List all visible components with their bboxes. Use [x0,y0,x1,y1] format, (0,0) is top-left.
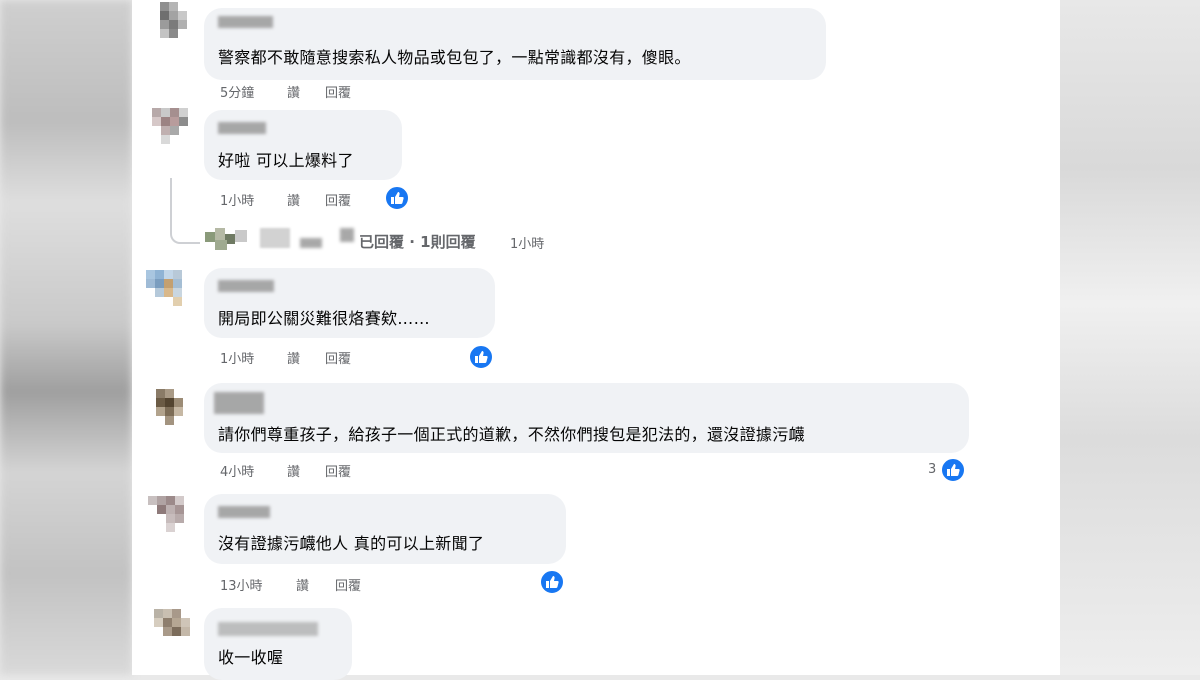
comment-time[interactable]: 1小時 [220,190,254,209]
view-replies-link[interactable]: 已回覆 · 1則回覆 [359,231,476,252]
comment-time[interactable]: 4小時 [220,461,254,480]
avatar[interactable] [150,607,202,647]
comment-time[interactable]: 13小時 [220,575,263,594]
thumbs-up-icon[interactable] [539,569,565,595]
comment-text: 開局即公關災難很烙賽欸…… [218,309,430,328]
reply-button[interactable]: 回覆 [325,82,351,101]
avatar[interactable] [150,2,202,42]
like-button[interactable]: 讚 [287,348,300,367]
blurred-background-left [0,0,132,675]
author-name[interactable] [218,506,270,518]
like-button[interactable]: 讚 [287,461,300,480]
reply-button[interactable]: 回覆 [325,190,351,209]
comment-time[interactable]: 5分鐘 [220,82,254,101]
avatar[interactable] [142,266,194,306]
like-button[interactable]: 讚 [287,82,300,101]
comment-text: 沒有證據污衊他人 真的可以上新聞了 [218,534,485,553]
like-button[interactable]: 讚 [287,190,300,209]
reply-thread-line [170,178,200,244]
blurred-background-right [1060,0,1200,675]
author-name[interactable] [214,392,264,414]
author-name[interactable] [218,622,318,636]
replies-time: 1小時 [510,237,545,252]
reply-avatar[interactable] [205,228,290,252]
avatar[interactable] [150,385,202,425]
reply-author-name-part [340,228,354,242]
comment-time[interactable]: 1小時 [220,348,254,367]
reply-button[interactable]: 回覆 [325,461,351,480]
author-name[interactable] [218,122,266,134]
comment-text: 請你們尊重孩子，給孩子一個正式的道歉，不然你們搜包是犯法的，還沒證據污衊 [218,425,805,444]
thumbs-up-icon[interactable] [940,457,966,483]
reaction-count[interactable]: 3 [928,462,936,477]
avatar[interactable] [142,104,194,144]
like-button[interactable]: 讚 [296,575,309,594]
comment-text: 收一收喔 [218,648,284,667]
author-name[interactable] [218,280,274,292]
reply-button[interactable]: 回覆 [325,348,351,367]
thumbs-up-icon[interactable] [468,344,494,370]
reply-button[interactable]: 回覆 [335,575,361,594]
author-name[interactable] [218,16,273,28]
thumbs-up-icon[interactable] [384,185,410,211]
reply-author-name[interactable] [300,238,322,248]
comment-text: 好啦 可以上爆料了 [218,151,354,170]
comment-text: 警察都不敢隨意搜索私人物品或包包了，一點常識都沒有，傻眼。 [218,48,691,67]
avatar[interactable] [142,494,194,534]
